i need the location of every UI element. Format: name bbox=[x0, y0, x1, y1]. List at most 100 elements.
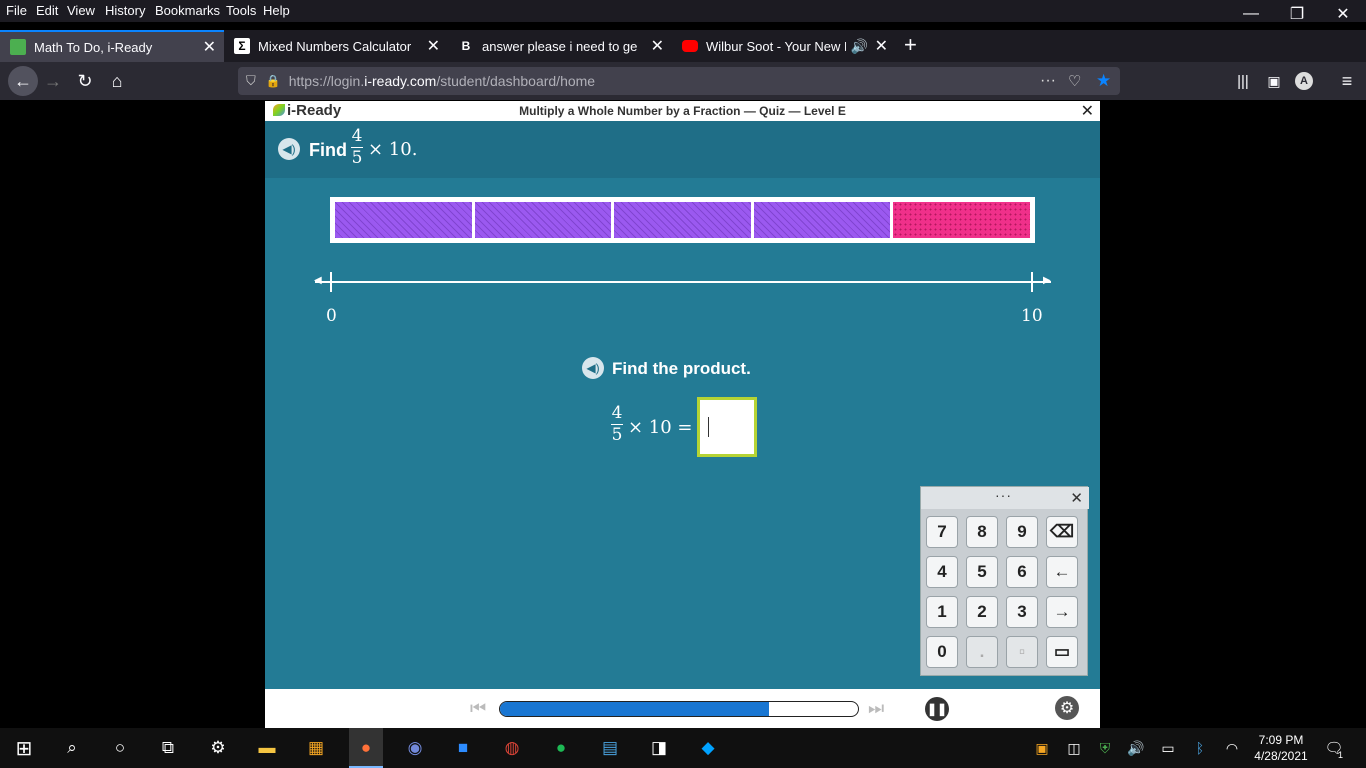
tab-math-to-do[interactable]: Math To Do, i-Ready ✕ bbox=[0, 30, 224, 62]
navigation-bar: ← → ↻ ⌂ ⛉ 🔒 https://login. i-ready.com/st… bbox=[0, 62, 1366, 100]
equation-fraction: 4 5 bbox=[611, 405, 623, 444]
keypad-drag-handle[interactable]: ··· ✕ bbox=[921, 487, 1089, 509]
store-icon[interactable]: ▦ bbox=[304, 736, 328, 760]
wifi-icon[interactable]: ◠ bbox=[1220, 736, 1244, 760]
new-tab-plus-icon[interactable]: + bbox=[904, 32, 917, 58]
menu-file[interactable]: File bbox=[6, 3, 27, 18]
speaker-icon[interactable]: ◀) bbox=[278, 138, 300, 160]
forward-arrow-icon[interactable]: → bbox=[42, 70, 64, 92]
answer-input[interactable] bbox=[697, 397, 757, 457]
tab-bar: Math To Do, i-Ready ✕ Σ Mixed Numbers Ca… bbox=[0, 30, 1366, 62]
settings-icon[interactable]: ⚙ bbox=[206, 736, 230, 760]
battery-icon[interactable]: ▭ bbox=[1156, 736, 1180, 760]
zoom-icon[interactable]: ■ bbox=[451, 736, 475, 760]
search-icon[interactable]: ⌕ bbox=[60, 736, 84, 760]
key-1[interactable]: 1 bbox=[926, 596, 958, 628]
prompt-speaker-icon[interactable]: ◀) bbox=[582, 357, 604, 379]
volume-icon[interactable]: 🔊 bbox=[1124, 736, 1148, 760]
menu-history[interactable]: History bbox=[105, 3, 145, 18]
restore-button[interactable]: ❐ bbox=[1274, 0, 1320, 28]
menu-help[interactable]: Help bbox=[263, 3, 290, 18]
lesson-title: Multiply a Whole Number by a Fraction — … bbox=[519, 104, 846, 118]
backspace-key[interactable]: ⌫ bbox=[1046, 516, 1078, 548]
chrome-icon[interactable]: ◍ bbox=[500, 736, 524, 760]
speaker-playing-icon[interactable]: 🔊 bbox=[851, 38, 868, 55]
back-arrow-icon[interactable]: ← bbox=[8, 66, 38, 96]
key-6[interactable]: 6 bbox=[1006, 556, 1038, 588]
cortana-circle-icon[interactable]: ○ bbox=[108, 736, 132, 760]
spotify-icon[interactable]: ● bbox=[549, 736, 573, 760]
decimal-key[interactable]: . bbox=[966, 636, 998, 668]
fraction-key[interactable]: ▭ bbox=[1046, 636, 1078, 668]
page-actions-icon[interactable]: ··· bbox=[1040, 72, 1056, 90]
mixed-number-key[interactable]: ▫ bbox=[1006, 636, 1038, 668]
tape-segment-shaded bbox=[753, 202, 891, 238]
file-explorer-icon[interactable]: ▬ bbox=[255, 736, 279, 760]
lock-icon[interactable]: 🔒 bbox=[266, 74, 281, 88]
key-9[interactable]: 9 bbox=[1006, 516, 1038, 548]
sidebar-icon[interactable]: ▣ bbox=[1263, 70, 1285, 92]
tab-brainly[interactable]: B answer please i need to get a al ✕ bbox=[448, 30, 672, 62]
shield-icon[interactable]: ⛉ bbox=[246, 73, 256, 89]
close-tab-icon[interactable]: ✕ bbox=[651, 36, 664, 56]
system-clock[interactable]: 7:09 PM 4/28/2021 bbox=[1251, 732, 1311, 764]
key-5[interactable]: 5 bbox=[966, 556, 998, 588]
library-icon[interactable]: ||| bbox=[1232, 70, 1254, 92]
reload-icon[interactable]: ↻ bbox=[74, 70, 96, 92]
left-arrow-key[interactable]: ← bbox=[1046, 556, 1078, 588]
tab-youtube[interactable]: Wilbur Soot - Your New Boy 🔊 ✕ bbox=[672, 30, 896, 62]
tray-camera-icon[interactable]: ◫ bbox=[1062, 736, 1086, 760]
bluetooth-icon[interactable]: ᛒ bbox=[1188, 736, 1212, 760]
task-view-icon[interactable]: ⧉ bbox=[156, 736, 180, 760]
close-window-button[interactable]: ✕ bbox=[1320, 0, 1366, 28]
close-tab-icon[interactable]: ✕ bbox=[203, 37, 216, 57]
discord-icon[interactable]: ◉ bbox=[403, 736, 427, 760]
right-arrow-key[interactable]: → bbox=[1046, 596, 1078, 628]
key-3[interactable]: 3 bbox=[1006, 596, 1038, 628]
close-lesson-icon[interactable]: ✕ bbox=[1081, 101, 1094, 121]
lesson-header: i-Ready Multiply a Whole Number by a Fra… bbox=[265, 101, 1100, 121]
bookmark-star-icon[interactable]: ★ bbox=[1096, 71, 1111, 91]
home-icon[interactable]: ⌂ bbox=[106, 70, 128, 92]
key-2[interactable]: 2 bbox=[966, 596, 998, 628]
security-shield-icon[interactable]: ⛨ bbox=[1093, 736, 1117, 760]
progress-bar bbox=[499, 701, 859, 717]
menu-tools[interactable]: Tools bbox=[226, 3, 256, 18]
key-8[interactable]: 8 bbox=[966, 516, 998, 548]
settings-gear-icon[interactable]: ⚙ bbox=[1055, 696, 1079, 720]
fraction-denominator: 5 bbox=[351, 148, 363, 168]
menu-edit[interactable]: Edit bbox=[36, 3, 58, 18]
minimize-button[interactable]: — bbox=[1228, 0, 1274, 28]
tab-title: Mixed Numbers Calculator bbox=[258, 38, 412, 54]
tape-diagram bbox=[330, 197, 1035, 243]
number-keypad: ··· ✕ 7 8 9 ⌫ 4 5 6 ← 1 2 3 → 0. ▫ ▭ bbox=[920, 486, 1089, 676]
hamburger-menu-icon[interactable]: ≡ bbox=[1336, 70, 1358, 92]
key-0[interactable]: 0 bbox=[926, 636, 958, 668]
tab-mixed-numbers[interactable]: Σ Mixed Numbers Calculator ✕ bbox=[224, 30, 448, 62]
tab-title: Math To Do, i-Ready bbox=[34, 39, 153, 55]
dolby-icon[interactable]: ◨ bbox=[647, 736, 671, 760]
video-editor-icon[interactable]: ▤ bbox=[598, 736, 622, 760]
pause-button[interactable]: ❚❚ bbox=[925, 697, 949, 721]
close-tab-icon[interactable]: ✕ bbox=[875, 36, 888, 56]
windows-start-icon[interactable]: ⊞ bbox=[12, 736, 36, 760]
skip-back-icon[interactable]: ⏮ bbox=[470, 698, 486, 719]
firefox-icon[interactable]: ● bbox=[354, 736, 378, 760]
pocket-icon[interactable]: ♡ bbox=[1068, 72, 1081, 90]
menu-view[interactable]: View bbox=[67, 3, 95, 18]
equation-rest: × 10 = bbox=[628, 417, 693, 438]
key-4[interactable]: 4 bbox=[926, 556, 958, 588]
menu-bookmarks[interactable]: Bookmarks bbox=[155, 3, 220, 18]
key-7[interactable]: 7 bbox=[926, 516, 958, 548]
roblox-icon[interactable]: ◆ bbox=[696, 736, 720, 760]
fraction-denominator: 5 bbox=[611, 425, 623, 445]
url-domain: i-ready.com bbox=[364, 73, 437, 89]
tape-segment-shaded bbox=[614, 202, 751, 238]
address-bar[interactable]: ⛉ 🔒 https://login. i-ready.com/student/da… bbox=[238, 67, 1120, 95]
right-arrowhead-icon: ▶ bbox=[1043, 275, 1051, 286]
skip-forward-icon[interactable]: ⏭ bbox=[868, 698, 884, 719]
tray-app-icon[interactable]: ▣ bbox=[1030, 736, 1054, 760]
keypad-close-icon[interactable]: ✕ bbox=[1070, 489, 1083, 507]
close-tab-icon[interactable]: ✕ bbox=[427, 36, 440, 56]
account-avatar-icon[interactable]: A bbox=[1295, 72, 1313, 90]
